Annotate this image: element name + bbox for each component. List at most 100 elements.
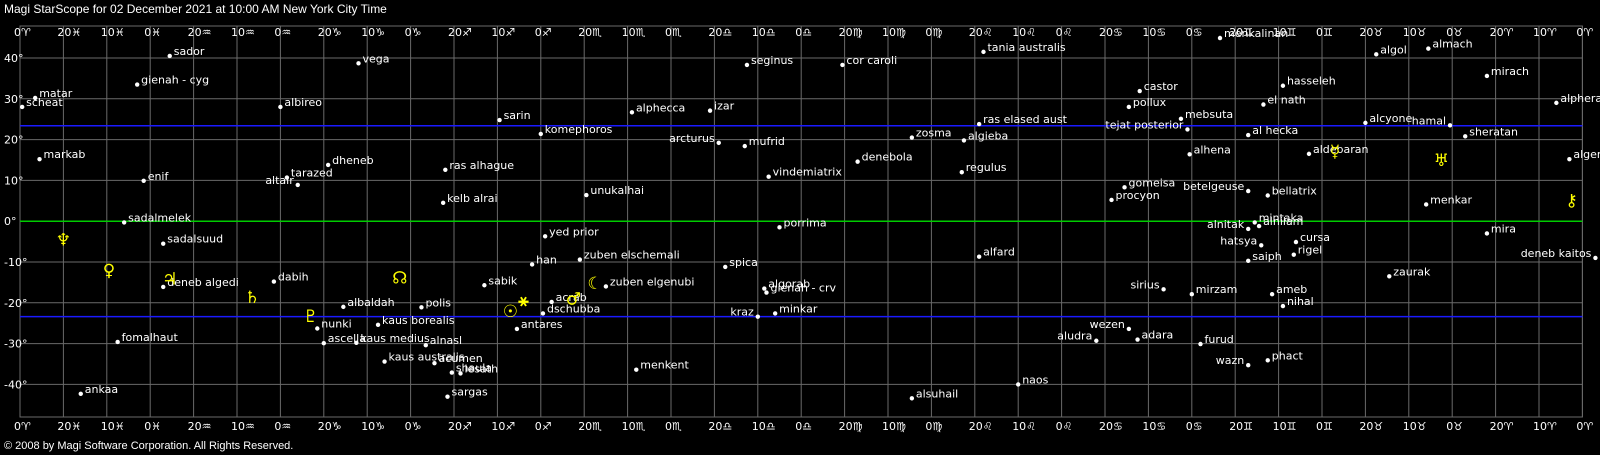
star-label: procyon [1116, 189, 1160, 202]
star-dot [1567, 156, 1572, 162]
star-label: nunki [321, 318, 351, 331]
star-label: komephoros [545, 123, 613, 136]
sun-icon: ☉ [503, 302, 518, 322]
venus-icon: ♀ [103, 261, 115, 281]
star-label: fomalhaut [122, 331, 179, 344]
star-dot [976, 121, 982, 127]
star-dot [1126, 326, 1132, 332]
star-label: mirzam [1196, 283, 1238, 296]
star-label: regulus [966, 161, 1007, 174]
star-dot [354, 340, 359, 345]
star-dot [1593, 255, 1598, 261]
zodiac-tick-label-top: 0♈ [14, 26, 31, 39]
declination-tick-label: -10° [4, 256, 27, 269]
star-label: kelb alrai [447, 192, 497, 205]
star-label: menkar [1430, 193, 1472, 206]
star-dot [161, 241, 166, 246]
star-label: gienah - crv [770, 282, 836, 295]
star-dot [375, 322, 381, 328]
star-dot [321, 340, 326, 346]
star-label: ankaa [85, 383, 118, 396]
star-dot [961, 138, 967, 143]
zodiac-tick-label-top: 10♌ [1012, 26, 1036, 39]
star-dot [707, 108, 713, 113]
zodiac-tick-label-bottom: 20♑ [318, 420, 342, 433]
zodiac-tick-label-top: 20♋ [1099, 26, 1123, 39]
zodiac-tick-label-bottom: 10♌ [1012, 420, 1036, 433]
star-dot [1387, 274, 1392, 279]
star-dot [629, 110, 635, 115]
zodiac-tick-label-top: 0♎ [795, 26, 812, 39]
star-label: deneb kaitos [1521, 247, 1592, 260]
star-dot [1246, 132, 1251, 138]
star-dot [1423, 202, 1429, 207]
star-label: sabik [488, 274, 518, 287]
star-label: wezen [1090, 318, 1125, 331]
zodiac-tick-label-bottom: 20♉ [1359, 420, 1383, 433]
star-dot [115, 339, 120, 345]
moon-node-icon: ☊ [392, 269, 407, 289]
star-dot [1189, 292, 1195, 297]
star-label: bellatrix [1272, 184, 1317, 197]
zodiac-tick-label-bottom: 0♌ [1056, 420, 1073, 433]
star-label: ras elased aust [983, 113, 1067, 126]
zodiac-tick-label-bottom: 10♉ [1403, 420, 1427, 433]
star-dot [1126, 104, 1132, 110]
star-label: altair [265, 174, 294, 187]
star-label: saiph [1252, 250, 1282, 263]
star-dot [445, 394, 450, 399]
jupiter-icon: ♃ [162, 269, 177, 289]
zodiac-tick-label-bottom: 20♏ [578, 420, 602, 433]
star-label: han [536, 253, 557, 266]
star-dot [141, 178, 146, 184]
zodiac-tick-label-top: 20♑ [318, 26, 342, 39]
zodiac-tick-label-top: 0♐ [535, 26, 552, 39]
zodiac-tick-label-top: 20♏ [578, 26, 602, 39]
star-label: spica [729, 256, 758, 269]
star-dot [419, 305, 424, 310]
zodiac-tick-label-top: 10♈ [1533, 26, 1557, 39]
star-label: denebola [862, 151, 913, 164]
star-label: sheratan [1469, 125, 1518, 138]
zodiac-tick-label-bottom: 0♎ [795, 420, 812, 433]
star-dot [538, 131, 543, 137]
star-label: cor caroli [846, 54, 897, 67]
star-label: hatsya [1220, 234, 1257, 247]
star-dot [716, 140, 721, 146]
zodiac-tick-label-top: 10♎ [752, 26, 776, 39]
star-label: zuben elgenubi [610, 275, 695, 288]
star-label: tania australis [987, 41, 1065, 54]
zodiac-tick-label-top: 20♎ [708, 26, 732, 39]
zodiac-tick-label-bottom: 10♈ [1533, 420, 1557, 433]
star-dot [315, 326, 320, 331]
star-label: zosma [916, 127, 952, 140]
star-label: castor [1144, 80, 1179, 93]
star-dot [584, 192, 589, 198]
star-label: sargas [451, 386, 488, 399]
star-label: arcturus [669, 132, 715, 145]
zodiac-tick-label-top: 0♈ [1576, 26, 1593, 39]
star-dot [1259, 243, 1264, 248]
star-dot [1252, 220, 1257, 225]
declination-tick-label: 20° [4, 134, 24, 147]
star-label: mufrid [749, 135, 785, 148]
star-dot [840, 62, 845, 68]
star-label: deneb algedi [167, 276, 239, 289]
zodiac-tick-label-top: 20♐ [448, 26, 472, 39]
star-label: lesath [465, 362, 499, 375]
zodiac-tick-label-top: 0♏ [665, 26, 682, 39]
star-label: menkalinan [1224, 27, 1288, 40]
zodiac-tick-label-bottom: 20♎ [708, 420, 732, 433]
star-dot [356, 61, 361, 66]
star-dot [1374, 52, 1379, 57]
star-dot [1484, 73, 1490, 79]
star-dot [976, 254, 982, 259]
zodiac-tick-label-bottom: 20♍ [839, 420, 863, 433]
zodiac-tick-label-top: 10♍ [882, 26, 906, 39]
star-dot [1187, 152, 1192, 157]
star-label: pollux [1133, 96, 1167, 109]
zodiac-tick-label-top: 0♋ [1186, 26, 1203, 39]
zodiac-tick-label-top: 10♓ [101, 26, 125, 39]
star-label: tejat posterior [1105, 118, 1184, 131]
zodiac-tick-label-bottom: 0♓ [144, 420, 161, 433]
